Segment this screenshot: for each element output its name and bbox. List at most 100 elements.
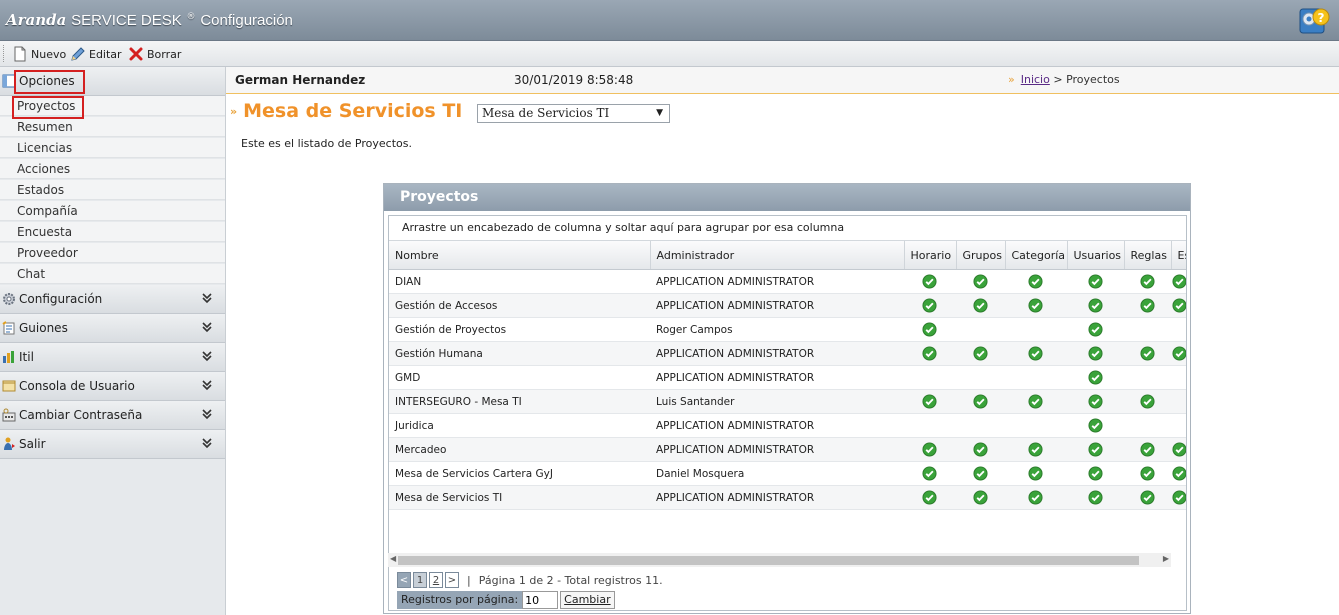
- column-header-reglas[interactable]: Reglas: [1124, 241, 1172, 270]
- scroll-left-arrow-icon[interactable]: ◀: [390, 554, 396, 563]
- check-icon: [1028, 346, 1043, 361]
- cell-reglas: [1124, 485, 1171, 510]
- cell-grupos: [956, 389, 1005, 414]
- toolbar: Nuevo Editar Borrar: [0, 41, 1339, 67]
- sidebar-item-chat[interactable]: Chat: [0, 264, 225, 284]
- cell-administrador: Daniel Mosquera: [650, 461, 904, 486]
- cell-administrador: Luis Santander: [650, 389, 904, 414]
- chevron-down-icon: [202, 351, 212, 362]
- project-select[interactable]: Mesa de Servicios TI ▼: [477, 104, 670, 123]
- cell-reglas: [1124, 269, 1171, 294]
- cell-usuarios: [1067, 389, 1124, 414]
- sidebar-item-licencias[interactable]: Licencias: [0, 138, 225, 158]
- breadcrumb-home-link[interactable]: Inicio: [1021, 73, 1050, 86]
- sidebar-section-consola-usuario[interactable]: Consola de Usuario: [0, 372, 225, 401]
- cell-nombre: DIAN: [389, 269, 650, 294]
- check-icon: [1028, 490, 1043, 505]
- cell-categoria: [1005, 341, 1067, 366]
- sidebar-item-acciones[interactable]: Acciones: [0, 159, 225, 179]
- sidebar-item-resumen[interactable]: Resumen: [0, 117, 225, 137]
- projects-table: Nombre Administrador Horario Grupos Cate…: [389, 241, 1186, 510]
- check-icon: [1028, 274, 1043, 289]
- dropdown-caret-icon: ▼: [656, 108, 663, 118]
- cell-nombre: INTERSEGURO - Mesa TI: [389, 389, 650, 414]
- cell-grupos: [956, 485, 1005, 510]
- pager-page-2[interactable]: 2: [429, 572, 443, 588]
- chevron-down-icon: [202, 293, 212, 304]
- check-icon: [1028, 298, 1043, 313]
- table-row[interactable]: Gestión de Proyectos Roger Campos: [389, 317, 1186, 342]
- table-row[interactable]: Mesa de Servicios TI APPLICATION ADMINIST…: [389, 485, 1186, 510]
- sidebar-item-proveedor[interactable]: Proveedor: [0, 243, 225, 263]
- delete-x-icon: [129, 47, 143, 61]
- cell-administrador: APPLICATION ADMINISTRATOR: [650, 293, 904, 318]
- sidebar: Opciones Proyectos Resumen Licencias Acc…: [0, 67, 226, 615]
- sidebar-section-cambiar-contrasena[interactable]: Cambiar Contraseña: [0, 401, 225, 430]
- breadcrumb: » Inicio > Proyectos: [1008, 73, 1120, 86]
- sidebar-item-estados[interactable]: Estados: [0, 180, 225, 200]
- records-per-page-input[interactable]: [522, 591, 559, 609]
- group-by-drop-area[interactable]: Arrastre un encabezado de columna y solt…: [389, 216, 1186, 241]
- cell-nombre: Gestión Humana: [389, 341, 650, 366]
- table-header-row: Nombre Administrador Horario Grupos Cate…: [389, 241, 1186, 270]
- sidebar-section-label: Cambiar Contraseña: [19, 408, 143, 422]
- pager-page-1[interactable]: 1: [413, 572, 427, 588]
- sidebar-section-label: Salir: [19, 437, 46, 451]
- cell-categoria: [1005, 269, 1067, 294]
- cell-es: [1171, 389, 1186, 414]
- column-header-usuarios[interactable]: Usuarios: [1067, 241, 1125, 270]
- table-row[interactable]: GMD APPLICATION ADMINISTRATOR: [389, 365, 1186, 390]
- table-row[interactable]: DIAN APPLICATION ADMINISTRATOR: [389, 269, 1186, 294]
- table-row[interactable]: Mercadeo APPLICATION ADMINISTRATOR: [389, 437, 1186, 462]
- sidebar-section-label: Configuración: [19, 292, 103, 306]
- column-header-horario[interactable]: Horario: [904, 241, 957, 270]
- cell-horario: [904, 341, 956, 366]
- title-arrow-icon: »: [230, 105, 238, 118]
- cell-es: [1171, 365, 1186, 390]
- new-button[interactable]: Nuevo: [12, 44, 66, 64]
- sidebar-item-encuesta[interactable]: Encuesta: [0, 222, 225, 242]
- horizontal-scrollbar[interactable]: ◀ ▶: [388, 553, 1171, 567]
- breadcrumb-separator: >: [1053, 73, 1063, 86]
- table-row[interactable]: Juridica APPLICATION ADMINISTRATOR: [389, 413, 1186, 438]
- pager-next-button[interactable]: >: [445, 572, 459, 588]
- scroll-right-arrow-icon[interactable]: ▶: [1163, 554, 1169, 563]
- check-icon: [922, 442, 937, 457]
- cell-usuarios: [1067, 437, 1124, 462]
- table-row[interactable]: Mesa de Servicios Cartera GyJ Daniel Mosq…: [389, 461, 1186, 486]
- sidebar-section-itil[interactable]: Itil: [0, 343, 225, 372]
- table-row[interactable]: Gestión Humana APPLICATION ADMINISTRATOR: [389, 341, 1186, 366]
- cell-grupos: [956, 437, 1005, 462]
- chevron-down-icon: [202, 409, 212, 420]
- check-icon: [972, 442, 988, 457]
- edit-button[interactable]: Editar: [70, 44, 122, 64]
- column-header-grupos[interactable]: Grupos: [956, 241, 1006, 270]
- sidebar-section-configuracion[interactable]: Configuración: [0, 285, 225, 314]
- check-icon: [1172, 466, 1186, 481]
- help-icon[interactable]: ?: [1297, 3, 1331, 37]
- delete-button[interactable]: Borrar: [128, 44, 181, 64]
- sidebar-section-salir[interactable]: Salir: [0, 430, 225, 459]
- check-icon: [972, 394, 988, 409]
- cell-grupos: [956, 341, 1005, 366]
- table-row[interactable]: Gestión de Accesos APPLICATION ADMINISTRA…: [389, 293, 1186, 318]
- cell-nombre: GMD: [389, 365, 650, 390]
- column-header-nombre[interactable]: Nombre: [389, 241, 651, 270]
- sidebar-section-guiones[interactable]: Guiones: [0, 314, 225, 343]
- check-icon: [922, 298, 937, 313]
- cell-horario: [904, 413, 956, 438]
- pager-prev-button[interactable]: <: [397, 572, 411, 588]
- change-button[interactable]: Cambiar: [560, 591, 615, 609]
- page-title-text: Mesa de Servicios TI: [243, 100, 463, 122]
- table-row[interactable]: INTERSEGURO - Mesa TI Luis Santander: [389, 389, 1186, 414]
- sidebar-item-compania[interactable]: Compañía: [0, 201, 225, 221]
- pager: < 1 2 > | Página 1 de 2 - Total registro…: [397, 571, 663, 589]
- column-header-administrador[interactable]: Administrador: [650, 241, 905, 270]
- edit-button-label: Editar: [89, 47, 122, 61]
- chevron-down-icon: [202, 438, 212, 449]
- column-header-categoria[interactable]: Categoría: [1005, 241, 1068, 270]
- sidebar-section-label: Itil: [19, 350, 34, 364]
- records-per-page-label: Registros por página:: [397, 591, 523, 609]
- scrollbar-thumb[interactable]: [398, 556, 1139, 565]
- column-header-es[interactable]: Es: [1171, 241, 1186, 270]
